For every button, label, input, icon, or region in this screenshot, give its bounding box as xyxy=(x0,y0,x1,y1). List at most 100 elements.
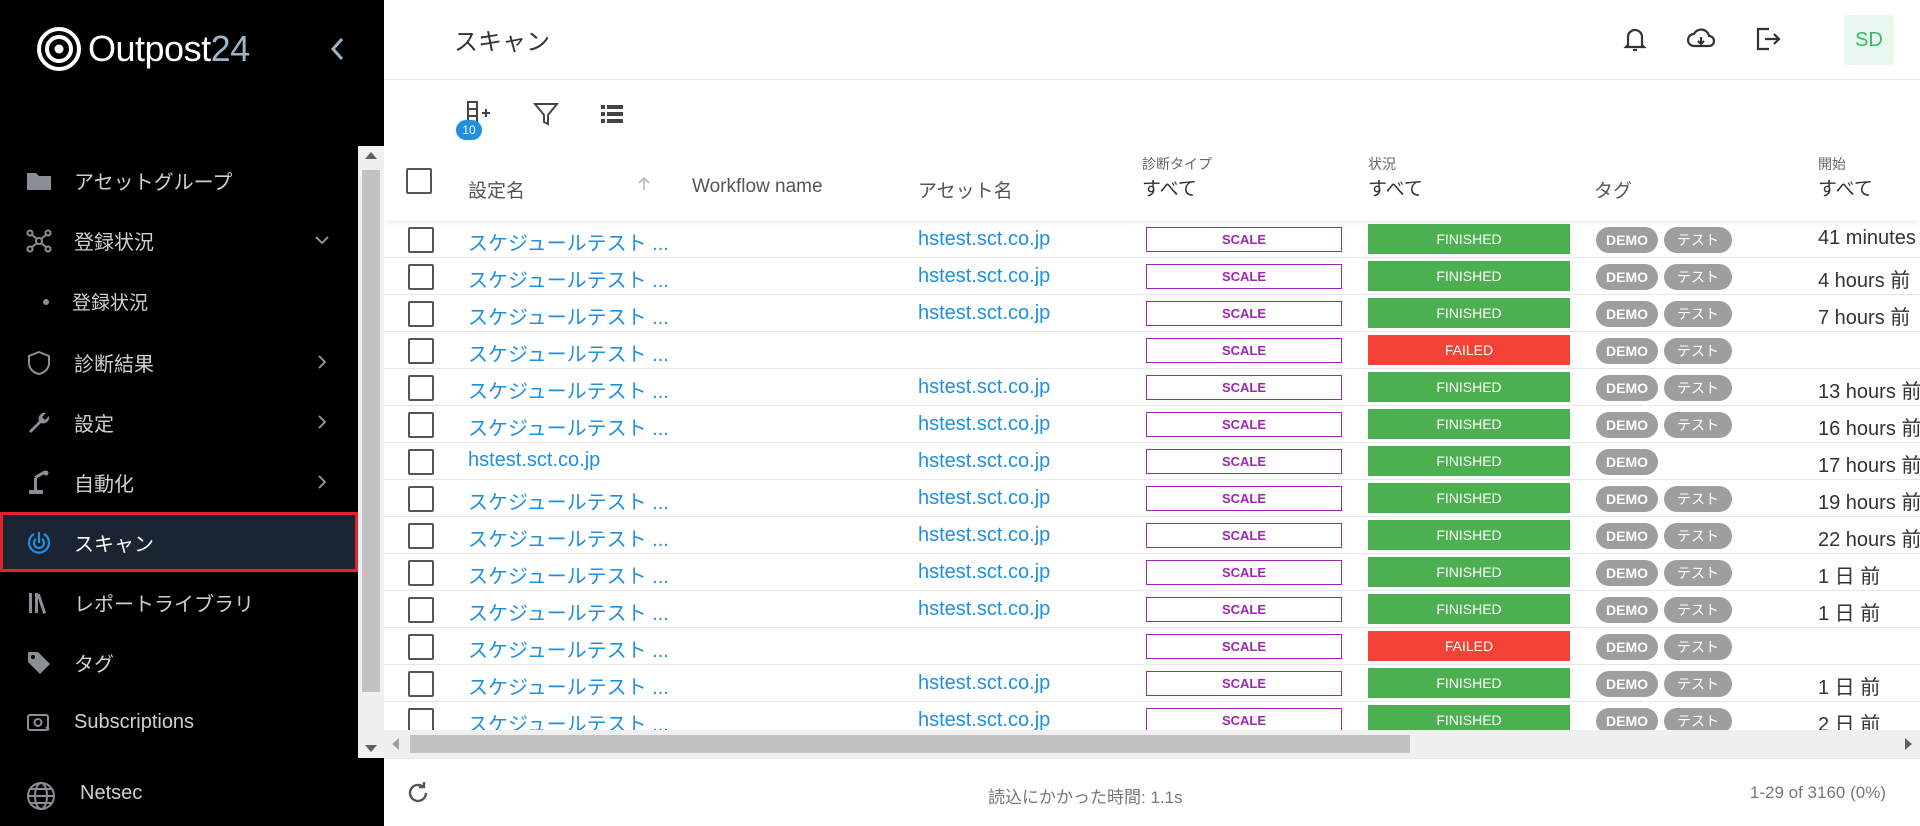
sidebar-item-findings[interactable]: 診断結果 xyxy=(0,332,384,392)
row-checkbox[interactable] xyxy=(408,671,434,697)
config-name-link[interactable]: スケジュールテスト ... xyxy=(468,671,669,700)
tag-chip[interactable]: DEMO xyxy=(1596,227,1658,253)
collapse-sidebar-icon[interactable] xyxy=(326,34,350,64)
tag-chip[interactable]: テスト xyxy=(1664,560,1732,586)
config-name-link[interactable]: スケジュールテスト ... xyxy=(468,597,669,626)
select-all-checkbox[interactable] xyxy=(406,168,432,194)
config-name-link[interactable]: スケジュールテスト ... xyxy=(468,264,669,293)
config-name-link[interactable]: スケジュールテスト ... xyxy=(468,486,669,515)
tag-chip[interactable]: テスト xyxy=(1664,523,1732,549)
table-row[interactable]: スケジュールテスト ... hstest.sct.co.jp SCALE FINISH… xyxy=(384,591,1920,628)
logout-icon[interactable] xyxy=(1752,24,1782,54)
tag-chip[interactable]: テスト xyxy=(1664,671,1732,697)
config-name-link[interactable]: スケジュールテスト ... xyxy=(468,375,669,404)
asset-name-link[interactable]: hstest.sct.co.jp xyxy=(918,376,1050,399)
row-checkbox[interactable] xyxy=(408,634,434,660)
config-name-link[interactable]: スケジュールテスト ... xyxy=(468,634,669,663)
avatar[interactable]: SD xyxy=(1844,15,1894,65)
table-row[interactable]: スケジュールテスト ... SCALE FAILED DEMO テスト xyxy=(384,332,1920,369)
column-header-workflow[interactable]: Workflow name xyxy=(692,176,823,198)
table-row[interactable]: hstest.sct.co.jp hstest.sct.co.jp SCALE FIN… xyxy=(384,443,1920,480)
config-name-link[interactable]: スケジュールテスト ... xyxy=(468,560,669,589)
tag-chip[interactable]: テスト xyxy=(1664,486,1732,512)
row-checkbox[interactable] xyxy=(408,523,434,549)
row-checkbox[interactable] xyxy=(408,560,434,586)
scrollbar-thumb[interactable] xyxy=(410,735,1410,753)
tag-chip[interactable]: テスト xyxy=(1664,227,1732,253)
row-checkbox[interactable] xyxy=(408,301,434,327)
table-horizontal-scrollbar[interactable] xyxy=(384,730,1920,758)
scroll-right-icon[interactable] xyxy=(1905,738,1912,750)
asset-name-link[interactable]: hstest.sct.co.jp xyxy=(918,709,1050,732)
table-row[interactable]: スケジュールテスト ... hstest.sct.co.jp SCALE FINISH… xyxy=(384,517,1920,554)
sidebar-item-tags[interactable]: タグ xyxy=(0,632,384,692)
sidebar-subitem-registration[interactable]: 登録状況 xyxy=(0,270,384,332)
asset-name-link[interactable]: hstest.sct.co.jp xyxy=(918,561,1050,584)
scrollbar-thumb[interactable] xyxy=(362,170,380,692)
sidebar-item-asset-groups[interactable]: アセットグループ xyxy=(0,150,384,210)
tag-chip[interactable]: DEMO xyxy=(1596,486,1658,512)
tag-chip[interactable]: DEMO xyxy=(1596,301,1658,327)
tag-chip[interactable]: テスト xyxy=(1664,412,1732,438)
asset-name-link[interactable]: hstest.sct.co.jp xyxy=(918,413,1050,436)
tag-chip[interactable]: DEMO xyxy=(1596,560,1658,586)
config-name-link[interactable]: スケジュールテスト ... xyxy=(468,227,669,256)
sidebar-item-scan[interactable]: スキャン xyxy=(0,512,358,572)
refresh-icon[interactable] xyxy=(404,779,432,807)
sidebar-item-settings[interactable]: 設定 xyxy=(0,392,384,452)
cloud-download-icon[interactable] xyxy=(1686,24,1716,54)
config-name-link[interactable]: スケジュールテスト ... xyxy=(468,523,669,552)
tag-chip[interactable]: テスト xyxy=(1664,597,1732,623)
list-icon[interactable] xyxy=(598,100,626,128)
table-row[interactable]: スケジュールテスト ... hstest.sct.co.jp SCALE FINISH… xyxy=(384,665,1920,702)
row-checkbox[interactable] xyxy=(408,264,434,290)
column-header-tag[interactable]: タグ xyxy=(1594,176,1632,203)
column-header-name[interactable]: 設定名 xyxy=(468,176,525,203)
tag-chip[interactable]: DEMO xyxy=(1596,338,1658,364)
table-row[interactable]: スケジュールテスト ... hstest.sct.co.jp SCALE FINISH… xyxy=(384,369,1920,406)
row-checkbox[interactable] xyxy=(408,486,434,512)
filter-icon[interactable] xyxy=(532,100,560,128)
asset-name-link[interactable]: hstest.sct.co.jp xyxy=(918,302,1050,325)
row-checkbox[interactable] xyxy=(408,449,434,475)
tag-chip[interactable]: DEMO xyxy=(1596,671,1658,697)
config-name-link[interactable]: スケジュールテスト ... xyxy=(468,338,669,367)
sidebar-scrollbar[interactable] xyxy=(358,146,384,758)
row-checkbox[interactable] xyxy=(408,597,434,623)
row-checkbox[interactable] xyxy=(408,227,434,253)
sidebar-item-subscriptions[interactable]: Subscriptions xyxy=(0,692,384,752)
tag-chip[interactable]: テスト xyxy=(1664,338,1732,364)
config-name-link[interactable]: スケジュールテスト ... xyxy=(468,412,669,441)
asset-name-link[interactable]: hstest.sct.co.jp xyxy=(918,487,1050,510)
config-name-link[interactable]: スケジュールテスト ... xyxy=(468,301,669,330)
tag-chip[interactable]: DEMO xyxy=(1596,634,1658,660)
row-checkbox[interactable] xyxy=(408,375,434,401)
brand-logo[interactable]: Outpost24 xyxy=(36,26,250,72)
config-name-link[interactable]: hstest.sct.co.jp xyxy=(468,449,600,472)
tag-chip[interactable]: DEMO xyxy=(1596,523,1658,549)
scroll-left-icon[interactable] xyxy=(392,738,399,750)
sidebar-item-registration[interactable]: 登録状況 xyxy=(0,210,384,270)
tag-chip[interactable]: テスト xyxy=(1664,375,1732,401)
tag-chip[interactable]: DEMO xyxy=(1596,264,1658,290)
asset-name-link[interactable]: hstest.sct.co.jp xyxy=(918,672,1050,695)
tag-chip[interactable]: テスト xyxy=(1664,301,1732,327)
asset-name-link[interactable]: hstest.sct.co.jp xyxy=(918,524,1050,547)
sidebar-item-automation[interactable]: 自動化 xyxy=(0,452,384,512)
tag-chip[interactable]: DEMO xyxy=(1596,375,1658,401)
column-header-asset[interactable]: アセット名 xyxy=(918,176,1013,203)
asset-name-link[interactable]: hstest.sct.co.jp xyxy=(918,228,1050,251)
tag-chip[interactable]: DEMO xyxy=(1596,597,1658,623)
start-filter[interactable]: すべて xyxy=(1818,174,1873,201)
table-row[interactable]: スケジュールテスト ... hstest.sct.co.jp SCALE FINISH… xyxy=(384,258,1920,295)
tag-chip[interactable]: DEMO xyxy=(1596,412,1658,438)
type-filter[interactable]: すべて xyxy=(1142,174,1197,201)
scroll-up-icon[interactable] xyxy=(365,152,377,159)
table-row[interactable]: スケジュールテスト ... hstest.sct.co.jp SCALE FINISH… xyxy=(384,554,1920,591)
table-row[interactable]: スケジュールテスト ... hstest.sct.co.jp SCALE FINISH… xyxy=(384,406,1920,443)
sort-asc-icon[interactable] xyxy=(636,176,652,192)
row-checkbox[interactable] xyxy=(408,412,434,438)
scroll-down-icon[interactable] xyxy=(365,745,377,752)
table-row[interactable]: スケジュールテスト ... hstest.sct.co.jp SCALE FINISH… xyxy=(384,480,1920,517)
asset-name-link[interactable]: hstest.sct.co.jp xyxy=(918,265,1050,288)
